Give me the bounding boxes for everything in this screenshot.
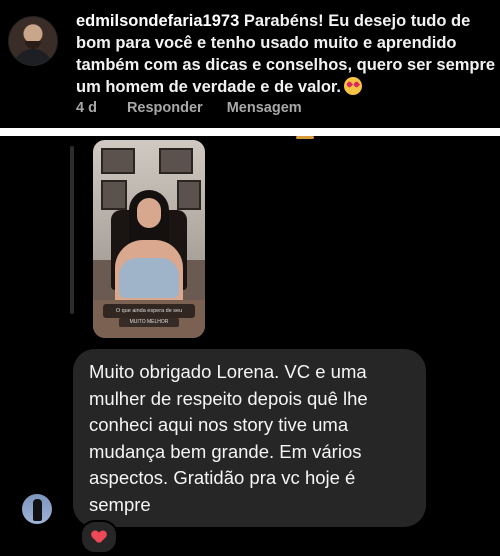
reaction-badge[interactable] (80, 520, 118, 554)
wall-frame (159, 148, 193, 174)
message-bubble[interactable]: Muito obrigado Lorena. VC e uma mulher d… (73, 349, 426, 527)
reply-button[interactable]: Responder (127, 100, 203, 116)
wall-frame (101, 148, 135, 174)
chat-thread: O que ainda espera de seu MUITO MELHOR M… (0, 136, 500, 556)
sender-avatar[interactable] (22, 494, 52, 524)
heart-eyes-emoji-icon (344, 77, 363, 95)
heart-icon (92, 531, 106, 544)
comment-meta: 4 d Responder Mensagem (76, 100, 326, 116)
comment-time: 4 d (76, 100, 97, 116)
person-face (137, 198, 161, 228)
commenter-avatar[interactable] (8, 16, 58, 66)
story-caption-2: MUITO MELHOR (119, 318, 179, 327)
wall-frame (101, 180, 127, 210)
reply-indicator-line (70, 146, 74, 314)
comment-text: edmilsondefaria1973 Parabéns! Eu desejo … (76, 10, 496, 98)
comment-panel: edmilsondefaria1973 Parabéns! Eu desejo … (0, 0, 500, 128)
divider (0, 128, 500, 136)
person-top (119, 258, 179, 298)
message-text: Muito obrigado Lorena. VC e uma mulher d… (89, 361, 368, 515)
wall-frame (177, 180, 201, 210)
story-caption: O que ainda espera de seu (103, 304, 195, 318)
top-edge-accent (296, 136, 314, 139)
story-reply-thumbnail[interactable]: O que ainda espera de seu MUITO MELHOR (93, 140, 205, 338)
comment-username[interactable]: edmilsondefaria1973 (76, 12, 239, 30)
message-button[interactable]: Mensagem (227, 100, 302, 116)
